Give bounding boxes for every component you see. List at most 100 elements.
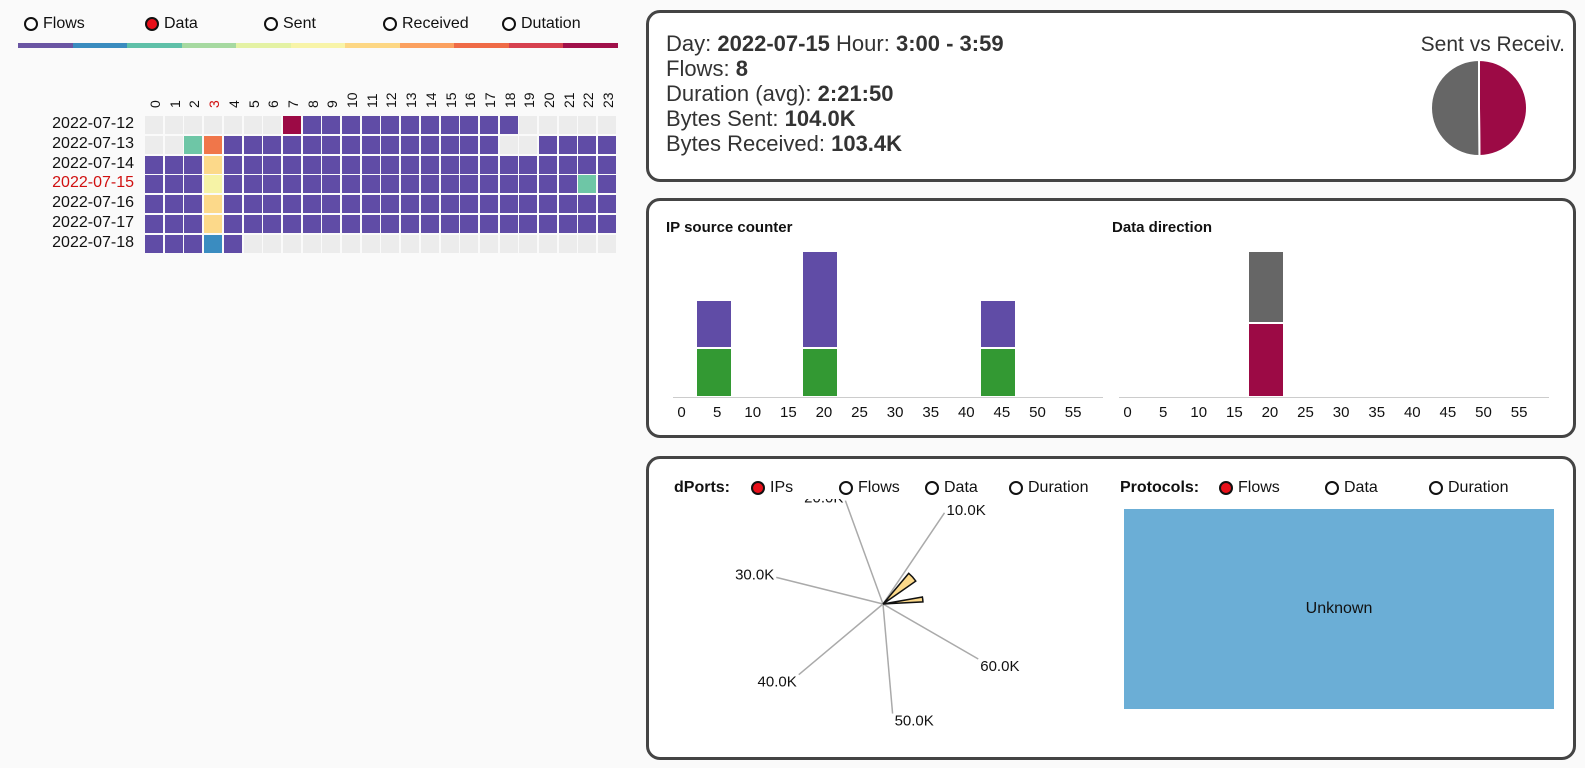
- heatmap-cell[interactable]: [460, 195, 479, 214]
- heatmap-cell[interactable]: [361, 234, 380, 253]
- heatmap-cell[interactable]: [184, 234, 203, 253]
- heatmap-cell[interactable]: [479, 175, 498, 194]
- heatmap-cell[interactable]: [282, 155, 301, 174]
- heatmap-cell[interactable]: [243, 155, 262, 174]
- heatmap-cell[interactable]: [342, 175, 360, 194]
- heatmap-cell[interactable]: [184, 155, 203, 174]
- heatmap-cell[interactable]: [479, 195, 498, 214]
- heatmap-cell[interactable]: [420, 195, 439, 214]
- heatmap-cell[interactable]: [282, 116, 301, 134]
- heatmap-cell[interactable]: [420, 175, 439, 194]
- heatmap-cell[interactable]: [223, 175, 242, 194]
- heatmap-cell[interactable]: [539, 215, 557, 233]
- heatmap-cell[interactable]: [499, 234, 518, 253]
- heatmap-cell[interactable]: [499, 116, 518, 134]
- heatmap-cell[interactable]: [361, 215, 380, 233]
- heatmap-cell[interactable]: [243, 215, 262, 233]
- mode-option-received[interactable]: Received: [383, 15, 469, 33]
- heatmap-cell[interactable]: [598, 175, 617, 194]
- hour-label[interactable]: 19: [521, 92, 537, 108]
- heatmap-cell[interactable]: [243, 116, 262, 134]
- heatmap-cell[interactable]: [479, 215, 498, 233]
- heatmap-cell[interactable]: [361, 116, 380, 134]
- heatmap-cell[interactable]: [558, 116, 577, 134]
- heatmap-cell[interactable]: [598, 195, 617, 214]
- radio-circle-selected[interactable]: [145, 17, 159, 31]
- heatmap-cell[interactable]: [598, 135, 617, 154]
- heatmap-cell[interactable]: [460, 135, 479, 154]
- heatmap-cell[interactable]: [361, 175, 380, 194]
- heatmap-cell[interactable]: [401, 116, 420, 134]
- heatmap-cell[interactable]: [322, 135, 341, 154]
- heatmap-cell[interactable]: [263, 175, 282, 194]
- heatmap-cell[interactable]: [342, 116, 360, 134]
- heatmap-cell[interactable]: [204, 155, 223, 174]
- heatmap-cell[interactable]: [302, 135, 321, 154]
- heatmap-cell[interactable]: [460, 175, 479, 194]
- hour-label[interactable]: 3: [206, 100, 222, 108]
- hour-label[interactable]: 9: [324, 100, 340, 108]
- heatmap-cell[interactable]: [282, 175, 301, 194]
- heatmap-cell[interactable]: [539, 175, 557, 194]
- date-label[interactable]: 2022-07-15: [44, 174, 134, 192]
- heatmap-cell[interactable]: [479, 135, 498, 154]
- heatmap-cell[interactable]: [184, 215, 203, 233]
- heatmap-cell[interactable]: [342, 234, 360, 253]
- heatmap-cell[interactable]: [578, 175, 597, 194]
- heatmap-cell[interactable]: [519, 116, 538, 134]
- heatmap-cell[interactable]: [145, 175, 163, 194]
- heatmap-cell[interactable]: [282, 215, 301, 233]
- heatmap-cell[interactable]: [322, 155, 341, 174]
- heatmap-cell[interactable]: [223, 234, 242, 253]
- protocols-option-duration[interactable]: Duration: [1429, 479, 1508, 497]
- radio-circle[interactable]: [502, 17, 516, 31]
- heatmap-cell[interactable]: [578, 155, 597, 174]
- heatmap-cell[interactable]: [164, 215, 183, 233]
- protocols-option-data[interactable]: Data: [1325, 479, 1378, 497]
- heatmap-cell[interactable]: [440, 195, 459, 214]
- hour-label[interactable]: 7: [285, 100, 301, 108]
- heatmap-cell[interactable]: [381, 234, 400, 253]
- heatmap-cell[interactable]: [164, 234, 183, 253]
- mode-option-dutation[interactable]: Dutation: [502, 15, 581, 33]
- heatmap-cell[interactable]: [302, 215, 321, 233]
- heatmap-cell[interactable]: [479, 116, 498, 134]
- heatmap-cell[interactable]: [322, 175, 341, 194]
- hour-label[interactable]: 2: [186, 100, 202, 108]
- radio-circle[interactable]: [24, 17, 38, 31]
- heatmap-cell[interactable]: [519, 234, 538, 253]
- heatmap-cell[interactable]: [499, 135, 518, 154]
- heatmap-cell[interactable]: [204, 234, 223, 253]
- heatmap-cell[interactable]: [440, 215, 459, 233]
- date-label[interactable]: 2022-07-18: [44, 234, 134, 252]
- heatmap-cell[interactable]: [302, 195, 321, 214]
- heatmap-cell[interactable]: [598, 234, 617, 253]
- radio-circle-selected[interactable]: [751, 481, 765, 495]
- heatmap-cell[interactable]: [342, 195, 360, 214]
- heatmap-cell[interactable]: [164, 135, 183, 154]
- protocols-option-flows[interactable]: Flows: [1219, 479, 1280, 497]
- mode-option-sent[interactable]: Sent: [264, 15, 316, 33]
- heatmap-cell[interactable]: [342, 155, 360, 174]
- hour-label[interactable]: 5: [246, 100, 262, 108]
- heatmap-cell[interactable]: [539, 195, 557, 214]
- heatmap-cell[interactable]: [223, 135, 242, 154]
- heatmap-cell[interactable]: [499, 175, 518, 194]
- heatmap-cell[interactable]: [164, 175, 183, 194]
- bar-segment[interactable]: [980, 348, 1017, 397]
- heatmap-cell[interactable]: [243, 195, 262, 214]
- heatmap-cell[interactable]: [420, 234, 439, 253]
- heatmap-cell[interactable]: [184, 175, 203, 194]
- date-label[interactable]: 2022-07-12: [44, 115, 134, 133]
- heatmap-cell[interactable]: [263, 116, 282, 134]
- bar-segment[interactable]: [1426, 396, 1463, 398]
- hour-label[interactable]: 10: [344, 92, 360, 108]
- bar-segment[interactable]: [1248, 322, 1285, 397]
- heatmap-cell[interactable]: [401, 195, 420, 214]
- radio-circle[interactable]: [383, 17, 397, 31]
- heatmap-cell[interactable]: [558, 175, 577, 194]
- date-label[interactable]: 2022-07-16: [44, 194, 134, 212]
- heatmap-cell[interactable]: [440, 155, 459, 174]
- heatmap-cell[interactable]: [479, 155, 498, 174]
- heatmap-cell[interactable]: [243, 135, 262, 154]
